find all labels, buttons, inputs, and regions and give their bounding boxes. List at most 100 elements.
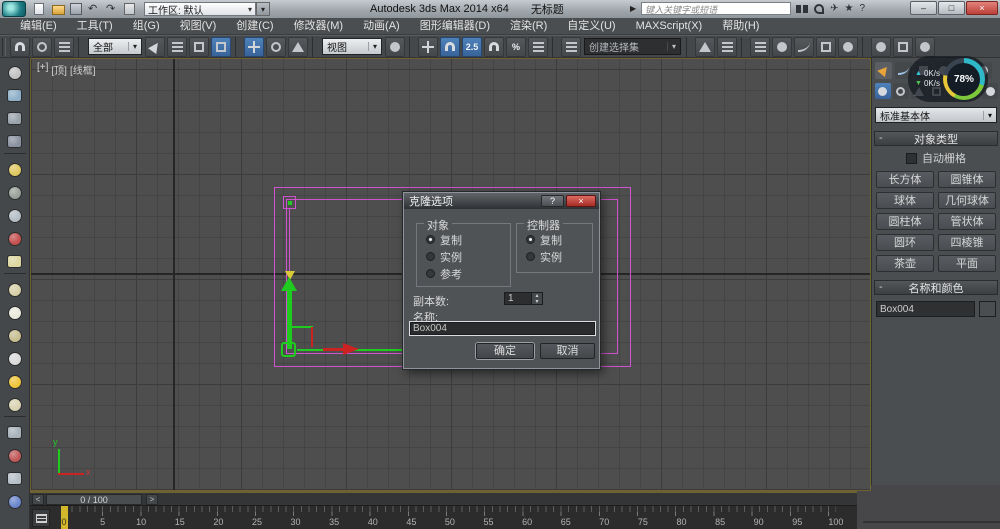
menu-7[interactable]: 动画(A) (353, 18, 410, 35)
move-gizmo-y-arrowhead[interactable] (281, 277, 297, 291)
dialog-close-button[interactable]: × (566, 195, 596, 207)
object-type-button-圆柱体[interactable]: 圆柱体 (876, 213, 934, 230)
molecule-icon[interactable] (3, 444, 27, 467)
schematic-view-icon[interactable] (816, 37, 836, 57)
chevron-down-icon[interactable]: ▾ (667, 42, 680, 51)
object-type-button-长方体[interactable]: 长方体 (876, 171, 934, 188)
radio-option-复制[interactable]: 复制 (417, 232, 510, 247)
clone-name-input[interactable]: Box004 (409, 321, 596, 336)
rendered-frame-icon[interactable] (893, 37, 913, 57)
maximize-button[interactable]: □ (938, 1, 965, 15)
flower-blue-icon[interactable] (3, 490, 27, 513)
next-frame-button[interactable]: > (146, 494, 158, 505)
spinner-down-icon[interactable]: ▾ (532, 299, 542, 305)
object-type-button-几何球体[interactable]: 几何球体 (938, 192, 996, 209)
radio-option-参考[interactable]: 参考 (417, 266, 510, 281)
redo-icon[interactable]: ↷ (106, 3, 120, 15)
object-type-button-管状体[interactable]: 管状体 (938, 213, 996, 230)
yellow-frame-icon[interactable] (3, 250, 27, 273)
geometry-category-icon[interactable] (875, 83, 891, 99)
snap-25-icon[interactable]: 2.5 (462, 37, 482, 57)
object-type-button-圆锥体[interactable]: 圆锥体 (938, 171, 996, 188)
unlink-selection-icon[interactable] (32, 37, 52, 57)
sphere-tan-icon[interactable] (3, 278, 27, 301)
chevron-down-icon[interactable]: ▾ (128, 42, 141, 51)
copies-value-field[interactable]: 1 (504, 292, 532, 305)
red-rings-icon[interactable] (3, 227, 27, 250)
move-gizmo-y-axis[interactable] (287, 290, 292, 349)
percent-snap-icon[interactable]: % (506, 37, 526, 57)
communication-center-icon[interactable]: ✈ (830, 3, 838, 14)
use-pivot-center-icon[interactable] (385, 37, 405, 57)
menu-10[interactable]: 自定义(U) (557, 18, 625, 35)
render-teapot-icon[interactable] (3, 61, 27, 84)
layer-manager-icon[interactable] (750, 37, 770, 57)
named-selection-sets-combo[interactable]: 创建选择集▾ (584, 38, 681, 55)
render-setup-icon[interactable] (871, 37, 891, 57)
window-crossing-icon[interactable] (211, 37, 231, 57)
help-icon[interactable]: ? (860, 3, 866, 14)
object-type-button-圆环[interactable]: 圆环 (876, 234, 934, 251)
object-type-rollout-header[interactable]: - 对象类型 (874, 131, 998, 146)
disc-white-icon[interactable] (3, 301, 27, 324)
subscription-icon[interactable] (814, 4, 824, 14)
select-and-rotate-icon[interactable] (266, 37, 286, 57)
edit-named-selection-sets-icon[interactable] (561, 37, 581, 57)
object-type-button-平面[interactable]: 平面 (938, 255, 996, 272)
previous-frame-button[interactable]: < (32, 494, 44, 505)
disc-tan-icon[interactable] (3, 393, 27, 416)
material-window-icon[interactable] (3, 84, 27, 107)
wing-tool-icon[interactable] (3, 181, 27, 204)
search-flyout-icon[interactable]: ▶ (630, 4, 636, 13)
object-type-button-球体[interactable]: 球体 (876, 192, 934, 209)
vertex-handle[interactable] (283, 196, 296, 209)
menu-9[interactable]: 渲染(R) (500, 18, 557, 35)
select-and-link-icon[interactable] (10, 37, 30, 57)
radio-option-复制[interactable]: 复制 (517, 232, 592, 247)
cone-icon[interactable] (3, 347, 27, 370)
sun-icon[interactable] (3, 370, 27, 393)
mirror-icon[interactable] (695, 37, 715, 57)
chevron-down-icon[interactable]: ▾ (368, 42, 381, 51)
viewport-menu-shading[interactable]: [线框] (70, 62, 96, 77)
track-bar[interactable]: 0510152025303540455055606570758085909510… (30, 505, 857, 529)
spinner-snap-icon[interactable] (528, 37, 548, 57)
select-and-manipulate-icon[interactable] (418, 37, 438, 57)
menu-3[interactable]: 组(G) (123, 18, 170, 35)
menu-4[interactable]: 视图(V) (170, 18, 227, 35)
menu-8[interactable]: 图形编辑器(D) (410, 18, 500, 35)
project-folder-icon[interactable] (124, 3, 138, 15)
mini-curve-editor-button[interactable] (32, 509, 50, 527)
search-input[interactable]: 键入关键字或短语 (641, 2, 791, 15)
name-color-rollout-header[interactable]: - 名称和颜色 (874, 280, 998, 295)
shapes-category-icon[interactable] (893, 83, 909, 99)
close-button[interactable]: × (966, 1, 998, 15)
moon-icon[interactable] (3, 204, 27, 227)
render-icon[interactable] (915, 37, 935, 57)
angle-snap-icon[interactable] (484, 37, 504, 57)
box-corner-handle[interactable] (281, 342, 296, 357)
move-gizmo-x-axis[interactable] (323, 348, 343, 351)
menu-6[interactable]: 修改器(M) (284, 18, 354, 35)
teapot-outline-icon[interactable] (3, 324, 27, 347)
object-type-button-四棱锥[interactable]: 四棱锥 (938, 234, 996, 251)
3dsmax-logo-icon[interactable] (2, 1, 26, 17)
menu-2[interactable]: 工具(T) (67, 18, 123, 35)
radio-option-实例[interactable]: 实例 (417, 249, 510, 264)
create-tab[interactable] (875, 62, 892, 79)
workspace-flyout-button[interactable]: ▾ (256, 2, 270, 16)
open-file-icon[interactable] (52, 3, 66, 15)
select-object-icon[interactable] (145, 37, 165, 57)
ok-button[interactable]: 确定 (476, 343, 534, 359)
minimize-button[interactable]: – (910, 1, 937, 15)
toolbar-handle[interactable] (2, 38, 6, 56)
menu-5[interactable]: 创建(C) (226, 18, 283, 35)
graphite-ribbon-icon[interactable] (772, 37, 792, 57)
move-gizmo-x-arrowhead[interactable] (343, 343, 359, 355)
new-file-icon[interactable] (34, 3, 48, 15)
schematic-table-icon[interactable] (3, 107, 27, 130)
dialog-titlebar[interactable]: 克隆选项 ? × (404, 193, 599, 209)
bind-to-space-warp-icon[interactable] (54, 37, 74, 57)
undo-icon[interactable]: ↶ (88, 3, 102, 15)
selection-region-icon[interactable] (189, 37, 209, 57)
